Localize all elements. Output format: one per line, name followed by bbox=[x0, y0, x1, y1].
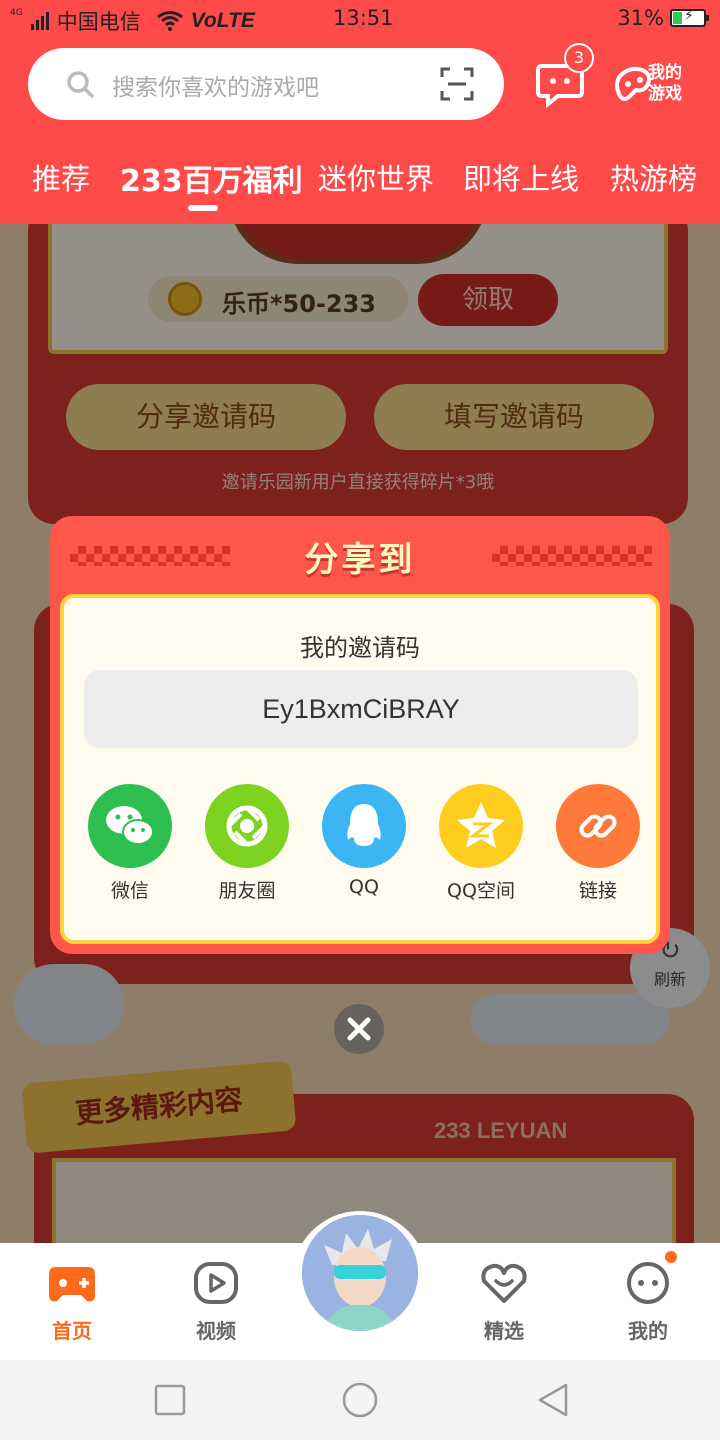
profile-dot-badge bbox=[665, 1251, 677, 1263]
nav-profile[interactable]: 我的 bbox=[598, 1251, 698, 1344]
invite-code-field[interactable]: Ey1BxmCiBRAY bbox=[84, 670, 638, 748]
tab-recommend[interactable]: 推荐 bbox=[32, 156, 90, 198]
battery-percent: 31% bbox=[617, 6, 664, 30]
share-option-link[interactable]: 链接 bbox=[548, 784, 648, 903]
share-option-qzone[interactable]: QQ空间 bbox=[431, 784, 531, 903]
message-badge: 3 bbox=[564, 43, 594, 73]
tab-coming-soon[interactable]: 即将上线 bbox=[463, 156, 579, 198]
video-icon bbox=[191, 1261, 241, 1305]
tab-hot-games[interactable]: 热游榜 bbox=[610, 156, 697, 198]
share-label-link: 链接 bbox=[578, 880, 617, 902]
wifi-icon bbox=[156, 11, 183, 31]
network-type: 4G bbox=[10, 7, 23, 18]
qq-icon bbox=[322, 784, 406, 868]
share-option-moments[interactable]: 朋友圈 bbox=[197, 784, 297, 903]
signal-icon bbox=[30, 12, 49, 30]
share-option-wechat[interactable]: 微信 bbox=[80, 784, 180, 903]
wechat-icon bbox=[88, 784, 172, 868]
moments-icon bbox=[205, 784, 289, 868]
search-icon bbox=[67, 71, 94, 98]
active-tab-indicator bbox=[188, 205, 218, 211]
category-tabs: 推荐 233百万福利 迷你世界 即将上线 热游榜 bbox=[0, 156, 720, 206]
search-placeholder: 搜索你喜欢的游戏吧 bbox=[112, 75, 319, 101]
back-icon[interactable] bbox=[536, 1382, 570, 1418]
gamepad-icon bbox=[47, 1261, 97, 1305]
link-icon bbox=[556, 784, 640, 868]
invite-code-card: 我的邀请码 Ey1BxmCiBRAY 微信 朋友圈 QQ QQ空间 链接 bbox=[60, 594, 660, 944]
share-label-qq: QQ bbox=[349, 876, 379, 898]
bottom-navigation: 首页 视频 精选 我的 bbox=[0, 1211, 720, 1360]
qzone-icon bbox=[439, 784, 523, 868]
tab-mini-world[interactable]: 迷你世界 bbox=[318, 156, 434, 198]
share-label-moments: 朋友圈 bbox=[218, 880, 276, 902]
my-games-button[interactable]: 我的游戏 bbox=[614, 62, 694, 110]
nav-video-label: 视频 bbox=[196, 1319, 236, 1343]
nav-profile-label: 我的 bbox=[628, 1319, 668, 1343]
tab-233-welfare[interactable]: 233百万福利 bbox=[120, 156, 303, 200]
nav-featured[interactable]: 精选 bbox=[454, 1261, 554, 1344]
scan-icon[interactable] bbox=[440, 67, 474, 101]
close-icon bbox=[347, 1017, 371, 1041]
face-icon bbox=[623, 1251, 677, 1305]
search-bar[interactable]: 搜索你喜欢的游戏吧 bbox=[28, 48, 504, 120]
share-label-wechat: 微信 bbox=[110, 880, 149, 902]
system-navigation-bar bbox=[0, 1360, 720, 1440]
nav-featured-label: 精选 bbox=[484, 1319, 524, 1343]
nav-home[interactable]: 首页 bbox=[22, 1261, 122, 1344]
nav-video[interactable]: 视频 bbox=[166, 1261, 266, 1344]
my-games-label: 我的游戏 bbox=[648, 63, 682, 104]
home-icon[interactable] bbox=[341, 1382, 379, 1418]
share-label-qzone: QQ空间 bbox=[447, 880, 515, 902]
invite-code-title: 我的邀请码 bbox=[300, 634, 420, 662]
carrier-name: 中国电信 bbox=[56, 10, 141, 34]
heart-icon bbox=[479, 1261, 529, 1305]
share-option-qq[interactable]: QQ bbox=[314, 784, 414, 898]
app-header: 4G 中国电信 VoLTE 13:51 31% ⚡ 搜索你喜欢的游戏吧 3 我的… bbox=[0, 0, 720, 224]
clock: 13:51 bbox=[333, 6, 394, 30]
recent-apps-icon[interactable] bbox=[154, 1382, 186, 1418]
share-modal-title: 分享到 bbox=[304, 540, 416, 580]
avatar[interactable] bbox=[302, 1215, 418, 1331]
nav-home-label: 首页 bbox=[52, 1319, 92, 1343]
status-bar: 4G 中国电信 VoLTE 13:51 31% ⚡ bbox=[0, 0, 720, 40]
battery-icon: ⚡ bbox=[670, 8, 709, 27]
share-modal: 分享到 我的邀请码 Ey1BxmCiBRAY 微信 朋友圈 QQ QQ空间 链接 bbox=[50, 516, 670, 954]
close-modal-button[interactable] bbox=[334, 1004, 384, 1054]
volte-indicator: VoLTE bbox=[190, 9, 255, 32]
